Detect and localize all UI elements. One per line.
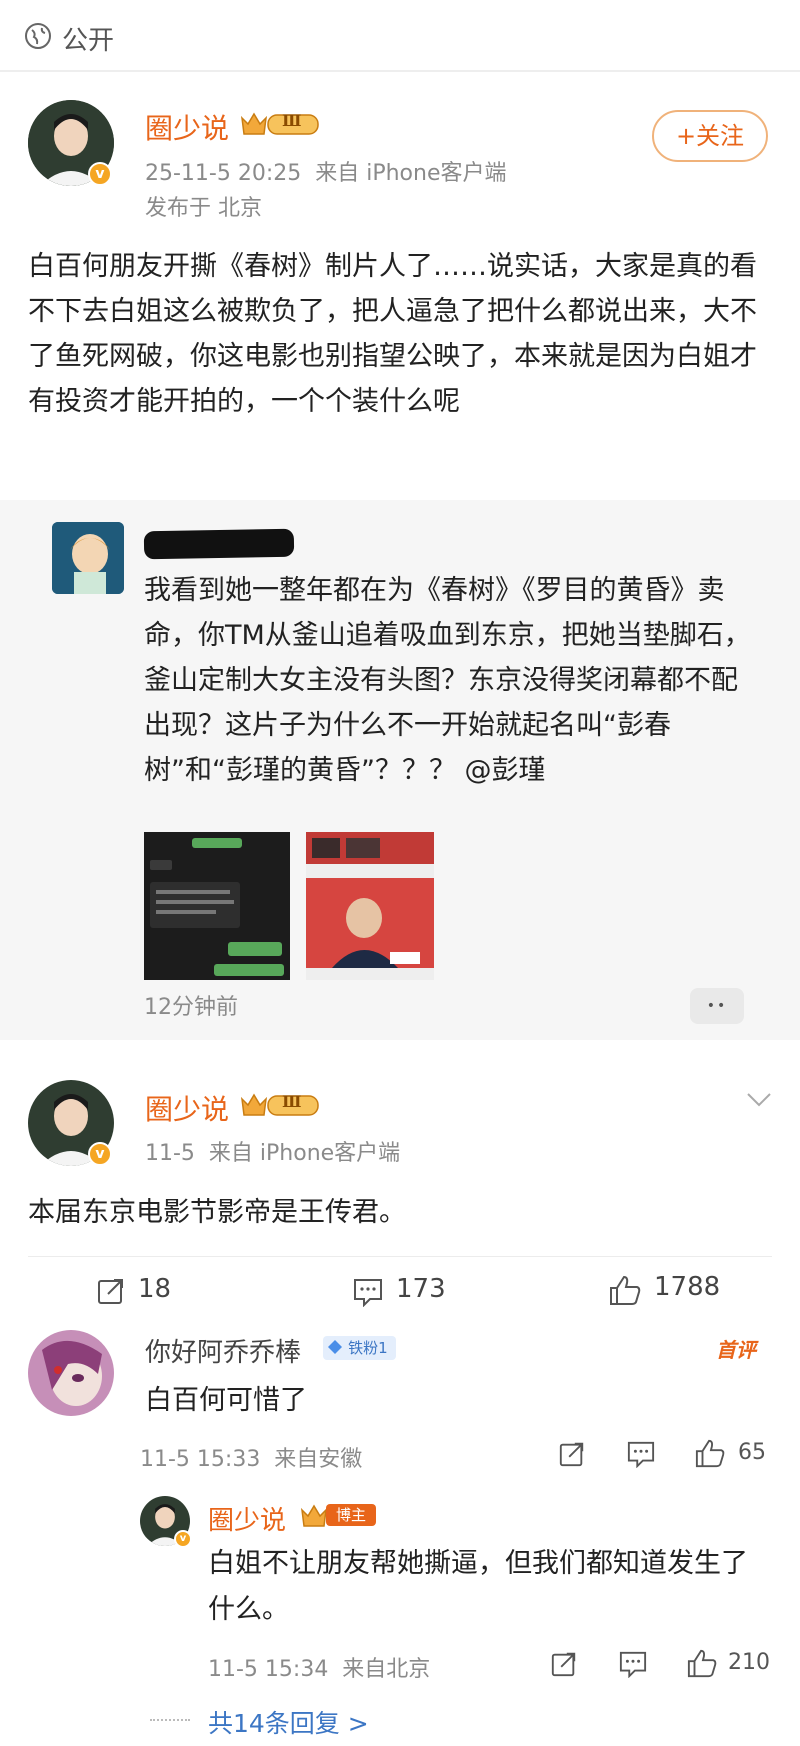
more-replies-dots: [150, 1719, 190, 1723]
comment-like-count: 65: [738, 1440, 766, 1465]
quoted-avatar: [52, 522, 124, 594]
thumbs-up-icon: [610, 1275, 641, 1305]
comment-count: 173: [396, 1274, 446, 1304]
first-comment-tag: 首评: [716, 1338, 756, 1362]
level-badge: Ⅲ: [240, 110, 319, 136]
visibility-bar: 公开: [0, 0, 800, 70]
verified-badge: v: [88, 1142, 112, 1166]
level-badge: Ⅲ: [240, 1091, 319, 1117]
verified-badge: v: [174, 1530, 192, 1548]
comment-post-time-source: 11-5 来自 iPhone客户端: [145, 1141, 401, 1166]
follow-button[interactable]: +关注: [652, 110, 768, 162]
like-count: 1788: [654, 1272, 721, 1302]
post-location: 发布于 北京: [145, 196, 262, 221]
commenter-name[interactable]: 你好阿乔乔棒: [145, 1332, 301, 1369]
reply-author[interactable]: 圈少说: [208, 1500, 286, 1537]
visibility-label: 公开: [62, 26, 115, 56]
reply-text: 白姐不让朋友帮她撕逼，但我们都知道发生了什么。: [208, 1548, 748, 1625]
comment-post-text: 本届东京电影节影帝是王传君。: [28, 1197, 406, 1228]
comment-post-author[interactable]: 圈少说: [145, 1088, 229, 1128]
post-time-source: 25-11-5 20:25 来自 iPhone客户端: [145, 161, 507, 186]
reply-meta: 11-5 15:34 来自北京: [208, 1657, 431, 1682]
repost-icon: [98, 1279, 123, 1304]
globe-icon: [25, 23, 51, 49]
like-button[interactable]: 1788: [608, 1270, 748, 1310]
post-text: 白百何朋友开撕《春树》制片人了……说实话，大家是真的看不下去白姐这么被欺负了，把…: [28, 251, 757, 417]
reply-icon[interactable]: [626, 1440, 656, 1468]
author-name[interactable]: 圈少说: [145, 107, 229, 147]
verified-badge: v: [88, 162, 112, 186]
thumbs-up-icon[interactable]: [694, 1438, 726, 1468]
top-separator: [0, 70, 800, 72]
share-icon[interactable]: [558, 1440, 586, 1468]
comment-meta: 11-5 15:33 来自安徽: [140, 1447, 363, 1472]
commenter-avatar[interactable]: [28, 1330, 114, 1416]
redacted-username: [143, 528, 295, 560]
chevron-down-icon[interactable]: [746, 1092, 772, 1108]
quoted-post[interactable]: 我看到她一整年都在为《春树》《罗目的黄昏》卖命，你TM从釜山追着吸血到东京，把她…: [0, 500, 800, 1040]
quoted-time: 12分钟前: [144, 995, 238, 1020]
thumbs-up-icon[interactable]: [686, 1648, 718, 1678]
comment-text: 白百何可惜了: [145, 1385, 307, 1416]
comment-icon: [354, 1279, 382, 1307]
repost-count: 18: [138, 1274, 172, 1304]
blogger-badge: 博主: [300, 1502, 384, 1528]
quoted-image-chat[interactable]: [144, 832, 290, 980]
fan-badge: 铁粉1: [323, 1336, 396, 1360]
diamond-icon: [328, 1340, 342, 1354]
reply-icon[interactable]: [618, 1650, 648, 1678]
more-replies-link[interactable]: 共14条回复 >: [208, 1704, 369, 1740]
more-options-button[interactable]: ••: [690, 988, 744, 1024]
reply-like-count: 210: [728, 1650, 770, 1675]
comment-button[interactable]: 173: [352, 1272, 472, 1312]
stats-divider: [28, 1256, 772, 1257]
quoted-image-photo[interactable]: [306, 832, 434, 980]
share-icon[interactable]: [550, 1650, 578, 1678]
quoted-text: 我看到她一整年都在为《春树》《罗目的黄昏》卖命，你TM从釜山追着吸血到东京，把她…: [144, 575, 751, 786]
